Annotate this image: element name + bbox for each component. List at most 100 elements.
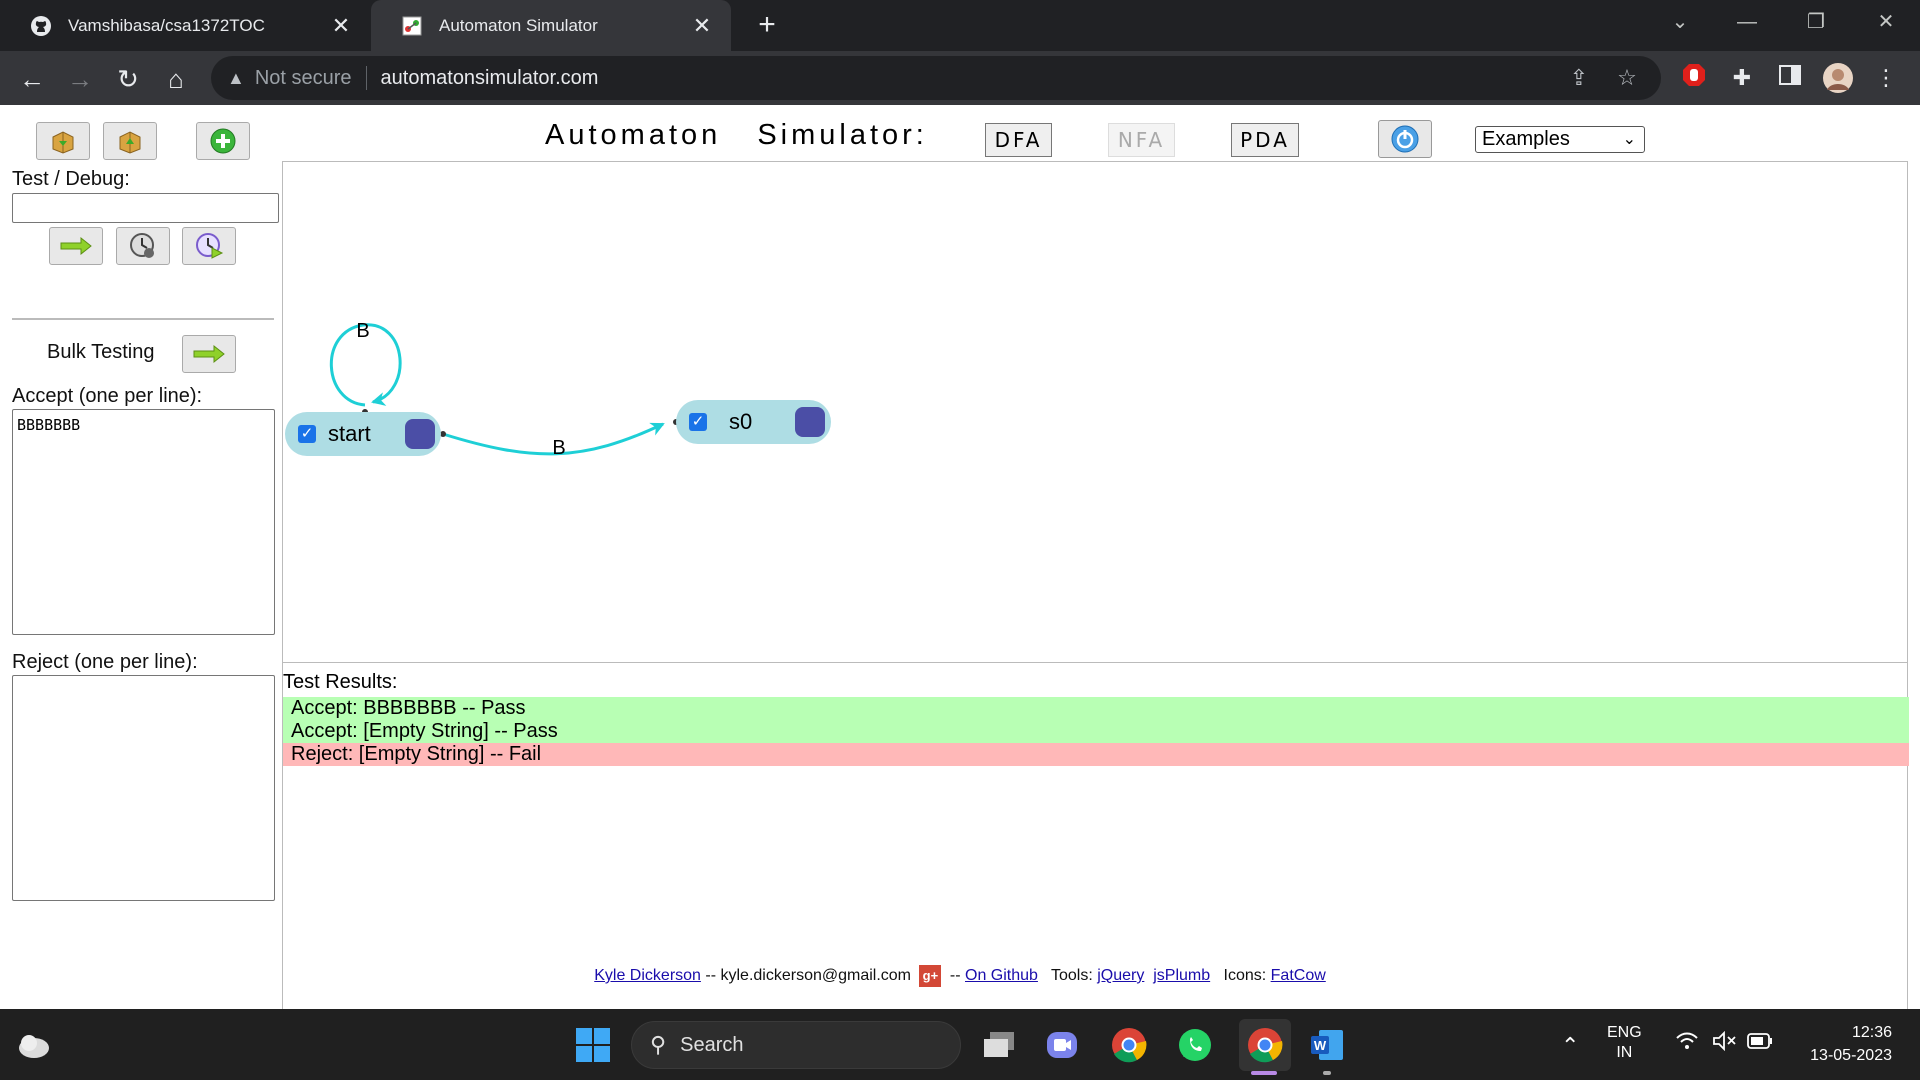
new-tab-button[interactable]: + xyxy=(750,8,784,42)
bookmark-star-icon[interactable]: ☆ xyxy=(1607,56,1647,100)
result-row: Reject: [Empty String] -- Fail xyxy=(283,743,1909,766)
language-code: ENG xyxy=(1607,1024,1642,1041)
windows-taskbar: ⚲ Search W ⌃ ENG IN 12:36 13-05-2023 xyxy=(0,1009,1920,1080)
wifi-icon[interactable] xyxy=(1675,1031,1699,1057)
state-handle[interactable] xyxy=(405,419,435,449)
tools-label: Tools: xyxy=(1050,967,1093,985)
result-row: Accept: BBBBBBB -- Pass xyxy=(283,697,1909,720)
new-automaton-button[interactable] xyxy=(196,122,250,160)
state-handle[interactable] xyxy=(795,407,825,437)
extensions-puzzle-icon[interactable]: ✚ xyxy=(1726,62,1758,94)
tab-automaton-simulator[interactable]: Automaton Simulator ✕ xyxy=(371,0,731,51)
debug-step-button[interactable] xyxy=(116,227,170,265)
accepting-checkbox[interactable]: ✓ xyxy=(298,425,316,443)
word-icon[interactable]: W xyxy=(1305,1023,1349,1067)
state-label: s0 xyxy=(729,409,753,434)
transition-label[interactable]: B xyxy=(356,320,369,342)
author-link[interactable]: Kyle Dickerson xyxy=(594,967,701,984)
result-row: Accept: [Empty String] -- Pass xyxy=(283,720,1909,743)
mute-icon[interactable] xyxy=(1712,1030,1738,1056)
clock[interactable]: 12:36 13-05-2023 xyxy=(1796,1021,1892,1067)
whatsapp-icon[interactable] xyxy=(1173,1023,1217,1067)
tab-search-icon[interactable]: ⌄ xyxy=(1650,0,1710,44)
github-link[interactable]: On Github xyxy=(965,967,1038,984)
debug-clock-icon xyxy=(130,233,154,258)
restore-button[interactable]: ❐ xyxy=(1786,0,1846,44)
test-input[interactable] xyxy=(12,193,279,223)
author-email: -- kyle.dickerson@gmail.com xyxy=(700,967,916,985)
dfa-button[interactable]: DFA xyxy=(985,123,1052,157)
divider xyxy=(12,318,274,320)
state-s0[interactable]: ✓ s0 xyxy=(676,400,831,444)
browser-menu-icon[interactable]: ⋮ xyxy=(1870,62,1902,94)
share-icon[interactable]: ⇪ xyxy=(1559,56,1599,100)
close-tab-icon[interactable]: ✕ xyxy=(326,13,356,39)
time: 12:36 xyxy=(1851,1024,1892,1041)
close-tab-icon[interactable]: ✕ xyxy=(687,13,717,39)
state-label: start xyxy=(328,421,371,446)
footer: Kyle Dickerson -- kyle.dickerson@gmail.c… xyxy=(0,965,1920,987)
battery-icon[interactable] xyxy=(1747,1033,1773,1054)
forward-button[interactable]: → xyxy=(62,61,98,97)
profile-avatar[interactable] xyxy=(1822,62,1854,94)
arrow-right-icon xyxy=(60,236,92,256)
automaton-favicon xyxy=(401,15,423,37)
save-button[interactable] xyxy=(36,122,90,160)
transition-label[interactable]: B xyxy=(552,437,565,459)
github-icon xyxy=(30,15,52,37)
chevron-up-icon[interactable]: ⌃ xyxy=(1561,1033,1579,1059)
search-icon: ⚲ xyxy=(650,1032,667,1057)
jquery-link[interactable]: jQuery xyxy=(1097,967,1144,984)
state-start[interactable]: ✓ start xyxy=(285,412,441,456)
start-button[interactable] xyxy=(571,1023,615,1067)
automaton-diagram: B B xyxy=(329,320,679,459)
footer-separator: -- xyxy=(945,967,965,985)
home-button[interactable]: ⌂ xyxy=(158,61,194,97)
reset-button[interactable] xyxy=(1378,120,1432,158)
teams-chat-icon[interactable] xyxy=(1040,1023,1084,1067)
side-panel-icon[interactable] xyxy=(1774,62,1806,94)
task-view-icon[interactable] xyxy=(977,1023,1021,1067)
automaton-canvas[interactable]: B B ✓ start ✓ s0 xyxy=(282,161,1908,663)
url-text[interactable]: automatonsimulator.com xyxy=(381,67,599,90)
load-button[interactable] xyxy=(103,122,157,160)
jsplumb-link[interactable]: jsPlumb xyxy=(1153,967,1210,984)
run-test-button[interactable] xyxy=(49,227,103,265)
chevron-down-icon: ⌄ xyxy=(1622,131,1636,148)
back-button[interactable]: ← xyxy=(14,61,50,97)
results-title: Test Results: xyxy=(283,671,398,693)
chrome-active-icon[interactable] xyxy=(1239,1019,1291,1071)
test-results-panel: Test Results: Accept: BBBBBBB -- Pass Ac… xyxy=(282,663,1909,1068)
security-label[interactable]: Not secure xyxy=(255,67,352,90)
tab-github[interactable]: Vamshibasa/csa1372TOC ✕ xyxy=(0,0,370,51)
address-bar[interactable]: ▲ Not secure automatonsimulator.com ⇪ ☆ xyxy=(211,56,1661,100)
google-plus-icon[interactable]: g+ xyxy=(919,965,942,987)
page-content: Test / Debug: Bulk Testing Accept (one p… xyxy=(0,105,1920,1068)
weather-icon[interactable] xyxy=(12,1023,56,1067)
page-title: Automaton Simulator: xyxy=(545,119,928,151)
warning-icon[interactable]: ▲ xyxy=(227,68,245,89)
pda-button[interactable]: PDA xyxy=(1231,123,1299,157)
bulk-test-button[interactable] xyxy=(182,335,236,373)
close-window-button[interactable]: ✕ xyxy=(1856,0,1916,44)
taskbar-search[interactable]: ⚲ Search xyxy=(631,1021,961,1069)
chrome-icon[interactable] xyxy=(1107,1023,1151,1067)
accepting-checkbox[interactable]: ✓ xyxy=(689,413,707,431)
power-icon xyxy=(1391,125,1419,153)
fatcow-link[interactable]: FatCow xyxy=(1271,967,1326,984)
debug-play-icon xyxy=(196,233,224,259)
minimize-button[interactable]: — xyxy=(1717,0,1777,44)
debug-run-button[interactable] xyxy=(182,227,236,265)
icons-label: Icons: xyxy=(1223,967,1267,985)
svg-text:W: W xyxy=(1314,1038,1327,1053)
load-icon xyxy=(119,131,141,154)
reject-textarea[interactable] xyxy=(12,675,275,901)
adblock-extension-icon[interactable] xyxy=(1678,62,1710,94)
accept-textarea[interactable]: BBBBBBB xyxy=(12,409,275,635)
language-indicator[interactable]: ENG IN xyxy=(1607,1023,1642,1063)
test-debug-label: Test / Debug: xyxy=(12,168,130,190)
nfa-button[interactable]: NFA xyxy=(1108,123,1175,157)
reload-button[interactable]: ↻ xyxy=(110,61,146,97)
examples-dropdown[interactable]: Examples ⌄ xyxy=(1475,126,1645,153)
date: 13-05-2023 xyxy=(1810,1047,1892,1064)
